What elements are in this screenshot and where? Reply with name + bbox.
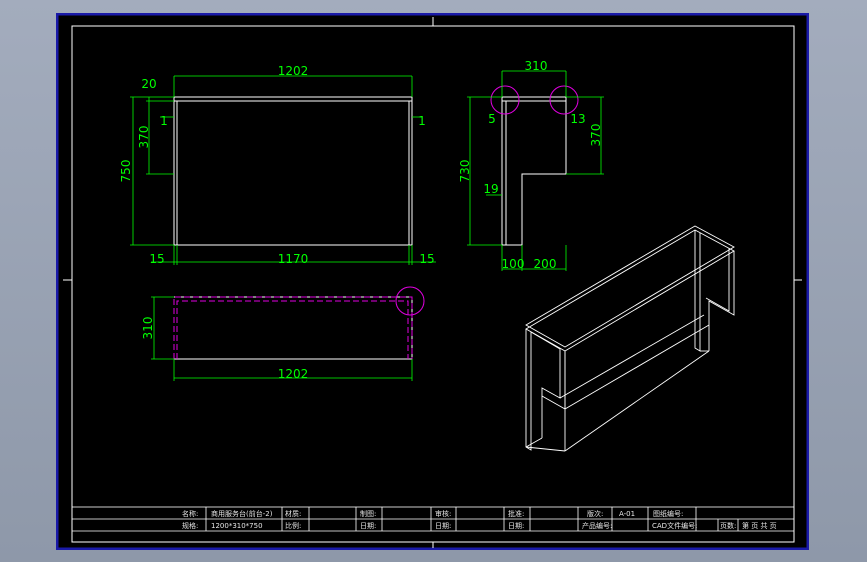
dim-left-side: 15 bbox=[149, 252, 164, 266]
tb-name-label: 名称: bbox=[182, 509, 198, 518]
cad-viewport[interactable]: 1202 20 370 750 1 1 1170 15 15 310 5 13 … bbox=[0, 0, 867, 562]
dim-right-side: 15 bbox=[419, 252, 434, 266]
top-view-outline bbox=[174, 296, 413, 360]
top-view-hidden-edges bbox=[173, 296, 413, 359]
tb-material-label: 材质: bbox=[285, 509, 301, 518]
isometric-view bbox=[525, 225, 735, 452]
tb-scale-label: 比例: bbox=[285, 521, 301, 530]
top-view-hidden-inner bbox=[176, 300, 409, 359]
tb-page-label: 页数: bbox=[720, 521, 736, 530]
dim-inner-width: 1170 bbox=[278, 252, 309, 266]
dim-upper-height: 370 bbox=[137, 126, 151, 149]
side-view bbox=[501, 96, 567, 246]
detail-circle-left bbox=[490, 85, 520, 115]
tb-version-label: 版次: bbox=[587, 509, 603, 518]
drawing-sheet: 1202 20 370 750 1 1 1170 15 15 310 5 13 … bbox=[56, 13, 809, 550]
tb-cad-no-label: CAD文件编号: bbox=[652, 521, 697, 530]
dim-side-depth: 310 bbox=[525, 59, 548, 73]
tb-page-sheet: 第 页 共 页 bbox=[742, 521, 777, 530]
dim-right-inset: 1 bbox=[418, 114, 426, 128]
front-view-outline bbox=[173, 96, 413, 246]
dim-top-thickness: 20 bbox=[141, 77, 156, 91]
tb-drawing-no-label: 图纸编号: bbox=[653, 509, 683, 518]
tb-spec-label: 规格: bbox=[182, 521, 198, 530]
side-view-profile bbox=[501, 96, 567, 246]
tb-date3-label: 日期: bbox=[508, 522, 524, 530]
tb-approve-label: 批准: bbox=[508, 509, 524, 518]
dim-right-gap: 13 bbox=[570, 112, 585, 126]
dim-top-width: 1202 bbox=[278, 64, 309, 78]
tb-name-value: 商用服务台(前台-2) bbox=[211, 509, 273, 518]
tb-review-label: 审核: bbox=[435, 509, 451, 518]
drawing-frame bbox=[71, 25, 795, 543]
tb-version-value: A-01 bbox=[619, 510, 635, 518]
dim-total-height: 750 bbox=[119, 160, 133, 183]
dim-left-inset: 1 bbox=[160, 114, 168, 128]
tb-drawn-label: 制图: bbox=[360, 509, 376, 518]
tb-spec-value: 1200*310*750 bbox=[211, 522, 263, 530]
tb-date1-label: 日期: bbox=[360, 522, 376, 530]
detail-circle-right bbox=[549, 85, 579, 115]
front-view-dimensions bbox=[130, 75, 436, 265]
dim-base-step: 200 bbox=[534, 257, 557, 271]
top-view bbox=[173, 286, 425, 360]
tb-product-no-label: 产品编号: bbox=[582, 521, 612, 530]
dim-top-view-depth: 310 bbox=[141, 317, 155, 340]
dim-top-view-width: 1202 bbox=[278, 367, 309, 381]
dim-left-gap: 5 bbox=[488, 112, 496, 126]
side-view-details bbox=[490, 85, 579, 115]
drawing-canvas: 1202 20 370 750 1 1 1170 15 15 310 5 13 … bbox=[56, 13, 809, 550]
dim-panel-thickness: 19 bbox=[483, 182, 498, 196]
tb-date2-label: 日期: bbox=[435, 522, 451, 530]
front-view bbox=[173, 96, 413, 246]
dim-step-height: 370 bbox=[589, 124, 603, 147]
dim-side-height: 730 bbox=[458, 160, 472, 183]
dim-base-panel: 100 bbox=[502, 257, 525, 271]
